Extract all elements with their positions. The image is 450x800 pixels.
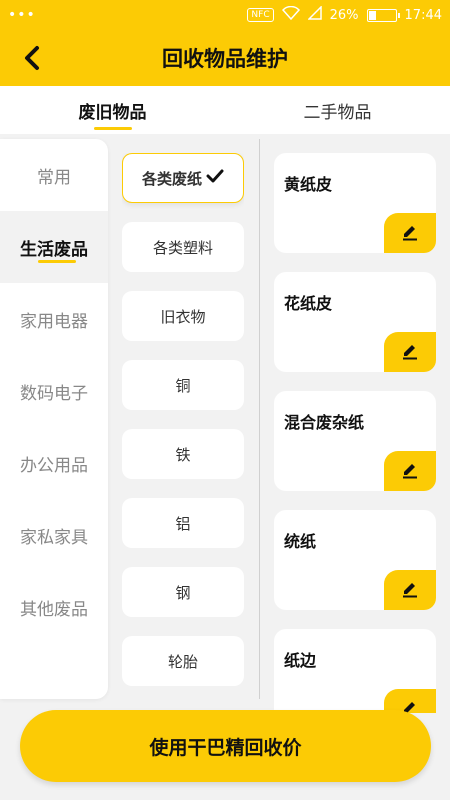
pencil-icon [400,221,420,245]
item-name: 花纸皮 [284,294,333,313]
subcategory-label: 钢 [175,583,191,602]
subcategory-list: 各类废纸 各类塑料 旧衣物 铜 铁 铝 钢 轮胎 [122,153,244,713]
subcategory-old-clothes[interactable]: 旧衣物 [122,291,244,341]
item-name: 黄纸皮 [284,175,333,194]
sidebar-item-label: 常用 [37,167,71,188]
subcategory-label: 铝 [175,514,191,533]
item-name: 统纸 [284,532,317,551]
status-bar: ••• NFC 26% 17:44 [0,0,450,30]
wifi-icon [281,5,300,24]
signal-icon [306,5,322,24]
app-bar: 回收物品维护 [0,30,450,86]
clock: 17:44 [404,7,442,23]
sidebar-item-label: 生活废品 [20,235,88,263]
subcategory-waste-paper[interactable]: 各类废纸 [122,153,244,203]
checkmark-icon [206,169,224,187]
sidebar-item-label: 家私家具 [20,527,88,548]
subcategory-steel[interactable]: 钢 [122,567,244,617]
tab-label: 废旧物品 [78,102,147,123]
tab-second-hand[interactable]: 二手物品 [225,86,450,134]
item-name: 混合废杂纸 [284,413,365,432]
tab-used-items[interactable]: 废旧物品 [0,86,225,134]
sidebar-item-label: 数码电子 [20,383,88,404]
item-card[interactable]: 黄纸皮 [274,153,436,253]
use-recycle-price-button[interactable]: 使用干巴精回收价 [20,710,431,782]
edit-button[interactable] [384,213,436,253]
column-divider [259,139,260,699]
sidebar-item-appliances[interactable]: 家用电器 [0,283,108,355]
item-card[interactable]: 花纸皮 [274,272,436,372]
item-card[interactable]: 混合废杂纸 [274,391,436,491]
sidebar-item-label: 办公用品 [20,455,88,476]
sidebar-item-office[interactable]: 办公用品 [0,427,108,499]
battery-percent: 26% [329,7,359,23]
edit-button[interactable] [384,332,436,372]
subcategory-label: 各类塑料 [152,238,213,257]
tab-label: 二手物品 [303,102,372,123]
category-sidebar: 常用 生活废品 家用电器 数码电子 办公用品 家私家具 其他废品 [0,139,108,699]
subcategory-aluminum[interactable]: 铝 [122,498,244,548]
subcategory-label: 轮胎 [167,652,198,671]
tab-indicator [93,127,132,130]
sidebar-item-furniture[interactable]: 家私家具 [0,499,108,571]
back-arrow-icon[interactable] [16,42,48,74]
sidebar-item-electronics[interactable]: 数码电子 [0,355,108,427]
nfc-icon: NFC [247,8,274,22]
subcategory-iron[interactable]: 铁 [122,429,244,479]
sidebar-item-label: 家用电器 [20,311,88,332]
page-title: 回收物品维护 [162,47,288,71]
item-name: 纸边 [284,651,317,670]
subcategory-copper[interactable]: 铜 [122,360,244,410]
tab-bar: 废旧物品 二手物品 [0,86,450,134]
sidebar-item-label: 其他废品 [20,599,88,620]
item-card[interactable]: 纸边 [274,629,436,713]
item-card[interactable]: 统纸 [274,510,436,610]
subcategory-plastics[interactable]: 各类塑料 [122,222,244,272]
pencil-icon [400,459,420,483]
sidebar-item-other[interactable]: 其他废品 [0,571,108,643]
sidebar-item-common[interactable]: 常用 [0,139,108,211]
sidebar-item-household-waste[interactable]: 生活废品 [0,211,108,283]
subcategory-label: 旧衣物 [160,307,206,326]
pencil-icon [400,340,420,364]
subcategory-tires[interactable]: 轮胎 [122,636,244,686]
battery-icon [366,8,400,22]
edit-button[interactable] [384,451,436,491]
subcategory-label: 铜 [175,376,191,395]
edit-button[interactable] [384,570,436,610]
subcategory-label: 铁 [175,445,191,464]
battery-fill [368,10,376,20]
subcategory-label: 各类废纸 [141,169,202,188]
notification-dots: ••• [8,7,36,23]
pencil-icon [400,578,420,602]
item-list: 黄纸皮 花纸皮 混合废杂纸 统纸 纸边 [274,153,436,713]
